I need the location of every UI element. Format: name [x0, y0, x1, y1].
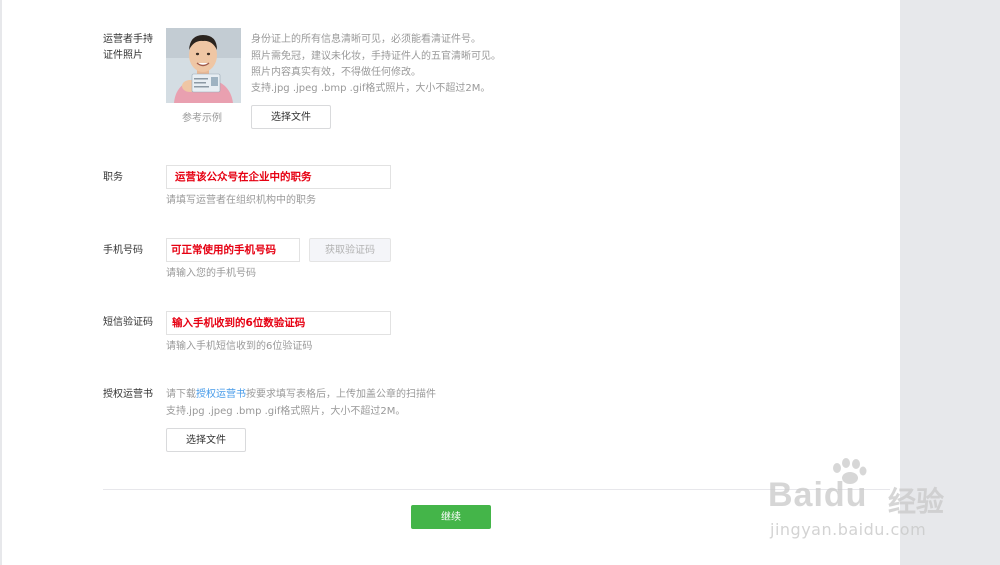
sms-code-hint: 请输入手机短信收到的6位验证码: [166, 341, 313, 352]
id-photo-hint-4: 支持.jpg .jpeg .bmp .gif格式照片，大小不超过2M。: [251, 83, 491, 94]
authorization-upload-button[interactable]: 选择文件: [166, 428, 246, 452]
phone-input[interactable]: 可正常使用的手机号码: [166, 238, 300, 262]
baidu-jingyan-watermark: Baidu 经验 jingyan.baidu.com: [760, 458, 985, 548]
continue-button[interactable]: 继续: [411, 505, 491, 529]
watermark-cn: 经验: [888, 485, 945, 518]
person-holding-id-icon: [166, 28, 241, 103]
phone-label: 手机号码: [103, 245, 143, 256]
authorization-format-hint: 支持.jpg .jpeg .bmp .gif格式照片，大小不超过2M。: [166, 406, 406, 417]
id-photo-label-line2: 证件照片: [103, 50, 143, 61]
id-photo-hint-3: 照片内容真实有效，不得做任何修改。: [251, 67, 421, 78]
authorization-label: 授权运营书: [103, 389, 153, 400]
get-verification-code-button[interactable]: 获取验证码: [309, 238, 391, 262]
watermark-url: jingyan.baidu.com: [770, 520, 927, 539]
watermark-brand: Baidu: [768, 476, 868, 514]
position-hint: 请填写运营者在组织机构中的职务: [166, 195, 316, 206]
phone-hint: 请输入您的手机号码: [166, 268, 256, 279]
authorization-hint: 请下载授权运营书按要求填写表格后，上传加盖公章的扫描件: [166, 387, 436, 403]
id-photo-label-line1: 运营者手持: [103, 34, 153, 45]
id-photo-hint-2: 照片需免冠，建议未化妆，手持证件人的五官清晰可见。: [251, 51, 501, 62]
authorization-hint-suffix: 按要求填写表格后，上传加盖公章的扫描件: [246, 389, 436, 400]
position-label: 职务: [103, 172, 123, 183]
id-photo-label: 运营者手持 证件照片: [103, 32, 153, 64]
sample-photo-caption: 参考示例: [182, 113, 222, 124]
sms-code-input[interactable]: 输入手机收到的6位数验证码: [166, 311, 391, 335]
sample-photo: [166, 28, 241, 103]
id-photo-upload-button[interactable]: 选择文件: [251, 105, 331, 129]
id-photo-hint-1: 身份证上的所有信息清晰可见，必须能看清证件号。: [251, 34, 481, 45]
authorization-hint-prefix: 请下载: [166, 389, 196, 400]
sms-code-label: 短信验证码: [103, 317, 153, 328]
authorization-download-link[interactable]: 授权运营书: [196, 389, 246, 400]
position-input[interactable]: 运营该公众号在企业中的职务: [166, 165, 391, 189]
